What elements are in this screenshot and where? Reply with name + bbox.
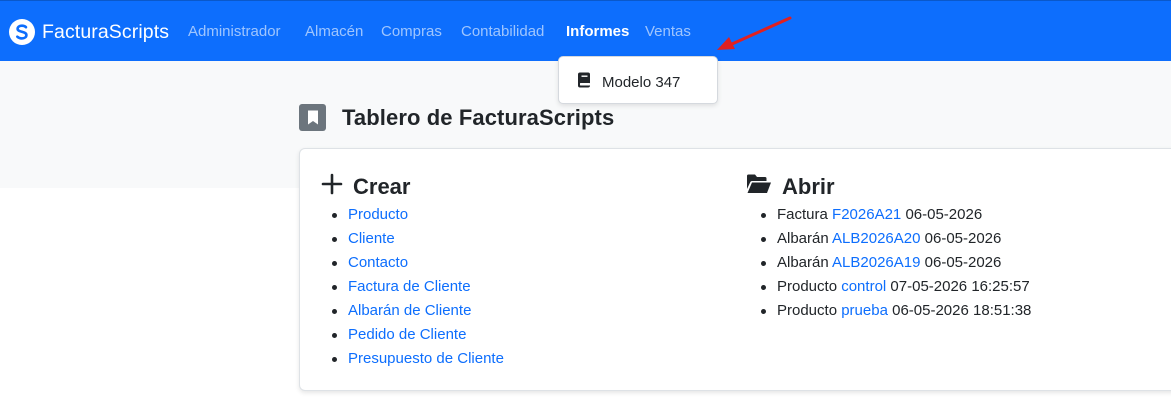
list-item: Albarán ALB2026A19 06-05-2026	[760, 251, 1031, 275]
nav-item-almacen[interactable]: Almacén	[305, 23, 363, 40]
list-item: Albarán ALB2026A20 06-05-2026	[760, 227, 1031, 251]
create-link-albaran-cliente[interactable]: Albarán de Cliente	[348, 302, 471, 319]
open-item-link[interactable]: control	[841, 278, 886, 295]
list-item: Albarán de Cliente	[332, 299, 504, 323]
bookmark-icon	[299, 104, 326, 131]
top-navbar: FacturaScripts Administrador Almacén Com…	[0, 0, 1171, 61]
informes-dropdown-menu: Modelo 347	[558, 56, 718, 104]
open-item-type: Albarán	[777, 254, 829, 271]
folder-open-icon	[746, 173, 772, 200]
nav-item-informes[interactable]: Informes	[566, 23, 629, 40]
page-title-area: Tablero de FacturaScripts	[299, 104, 614, 131]
open-item-date: 06-05-2026	[924, 230, 1002, 247]
list-item: Factura F2026A21 06-05-2026	[760, 203, 1031, 227]
open-item-type: Albarán	[777, 230, 829, 247]
create-link-cliente[interactable]: Cliente	[348, 230, 395, 247]
facturascripts-logo-icon	[9, 19, 35, 45]
brand[interactable]: FacturaScripts	[9, 19, 169, 45]
list-item: Pedido de Cliente	[332, 323, 504, 347]
book-icon	[577, 72, 591, 93]
nav-item-contabilidad[interactable]: Contabilidad	[461, 23, 544, 40]
nav-item-compras[interactable]: Compras	[381, 23, 442, 40]
dashboard-card: Crear Producto Cliente Contacto Factura …	[299, 148, 1171, 391]
open-list: Factura F2026A21 06-05-2026 Albarán ALB2…	[760, 203, 1032, 323]
annotation-arrow-icon	[717, 16, 792, 50]
create-link-presupuesto-cliente[interactable]: Presupuesto de Cliente	[348, 350, 504, 367]
page-title: Tablero de FacturaScripts	[342, 104, 615, 130]
nav-item-ventas[interactable]: Ventas	[645, 23, 691, 40]
create-heading: Crear	[353, 173, 411, 199]
open-item-date: 06-05-2026 18:51:38	[892, 302, 1032, 319]
open-section-header: Abrir	[746, 173, 835, 200]
list-item: Contacto	[332, 251, 504, 275]
create-section-header: Crear	[321, 173, 410, 200]
open-item-link[interactable]: prueba	[841, 302, 888, 319]
open-item-type: Factura	[777, 206, 828, 223]
create-link-factura-cliente[interactable]: Factura de Cliente	[348, 278, 471, 295]
create-link-producto[interactable]: Producto	[348, 206, 408, 223]
open-item-link[interactable]: ALB2026A20	[832, 230, 920, 247]
brand-name: FacturaScripts	[42, 20, 170, 43]
list-item: Producto	[332, 203, 504, 227]
list-item: Factura de Cliente	[332, 275, 504, 299]
open-item-type: Producto	[777, 302, 838, 319]
open-item-type: Producto	[777, 278, 838, 295]
open-item-link[interactable]: ALB2026A19	[832, 254, 920, 271]
plus-icon	[321, 173, 343, 200]
dropdown-item-modelo-347[interactable]: Modelo 347	[577, 72, 680, 93]
open-heading: Abrir	[782, 173, 835, 199]
create-link-contacto[interactable]: Contacto	[348, 254, 408, 271]
create-list: Producto Cliente Contacto Factura de Cli…	[332, 203, 504, 371]
create-link-pedido-cliente[interactable]: Pedido de Cliente	[348, 326, 466, 343]
open-item-date: 06-05-2026	[924, 254, 1002, 271]
dropdown-item-label: Modelo 347	[602, 74, 681, 91]
open-item-date: 06-05-2026	[905, 206, 983, 223]
list-item: Producto prueba 06-05-2026 18:51:38	[760, 299, 1032, 323]
open-item-link[interactable]: F2026A21	[832, 206, 901, 223]
open-item-date: 07-05-2026 16:25:57	[890, 278, 1030, 295]
list-item: Presupuesto de Cliente	[332, 347, 504, 371]
list-item: Producto control 07-05-2026 16:25:57	[760, 275, 1031, 299]
nav-item-administrador[interactable]: Administrador	[188, 23, 281, 40]
list-item: Cliente	[332, 227, 504, 251]
